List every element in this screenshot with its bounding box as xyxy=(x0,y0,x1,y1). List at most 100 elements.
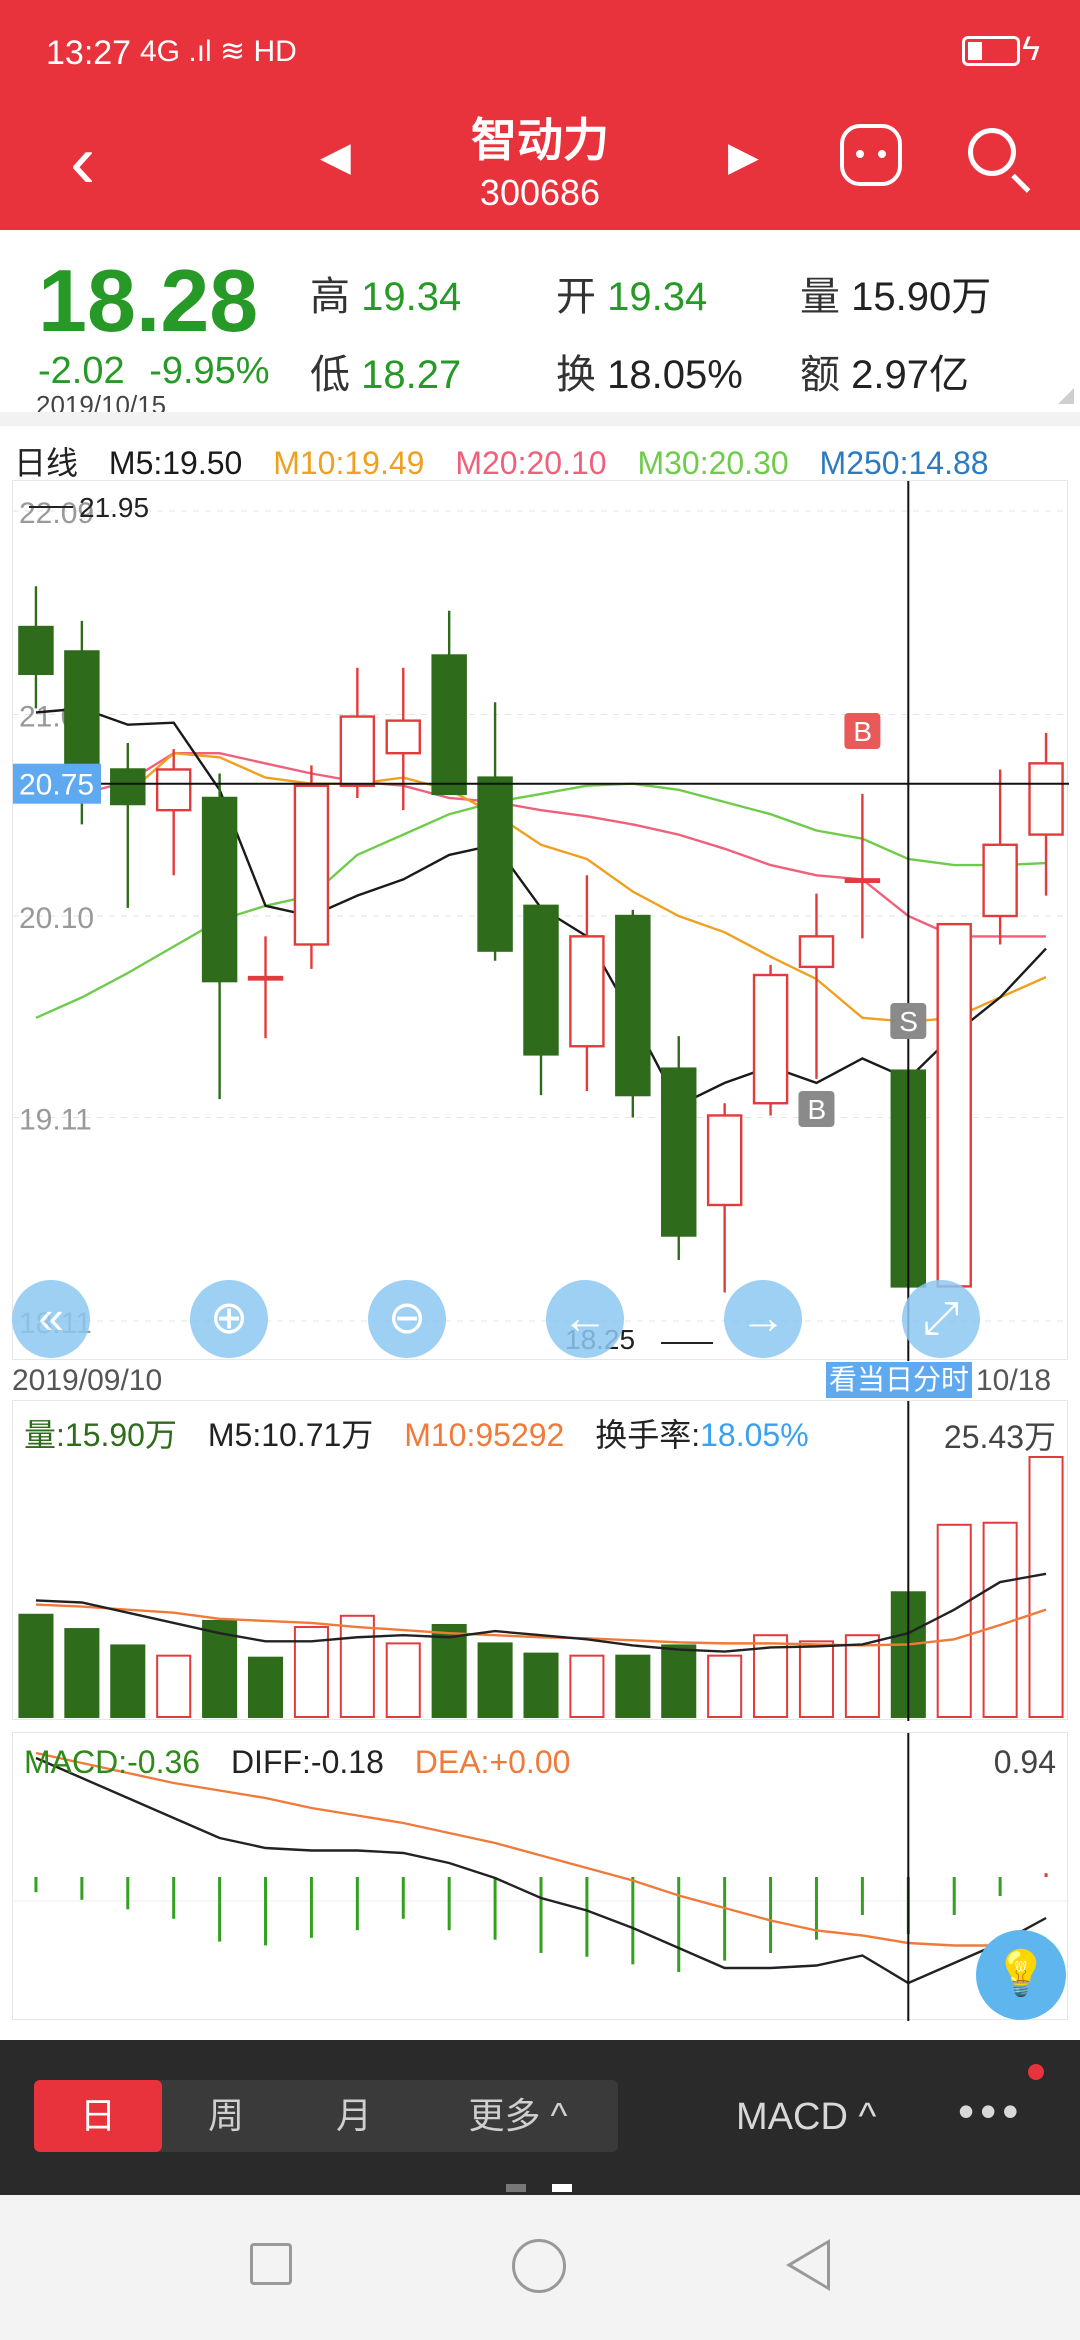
ma10-value: M10:19.49 xyxy=(273,445,425,481)
candle xyxy=(706,1103,743,1293)
vol-m10: M10:95292 xyxy=(404,1417,565,1453)
recent-apps-icon[interactable] xyxy=(250,2243,292,2285)
volume-bar xyxy=(661,1644,697,1718)
fullscreen-icon[interactable]: ⤢ xyxy=(902,1280,980,1358)
change-percent: -9.95% xyxy=(149,350,270,392)
volume-bar xyxy=(523,1652,559,1719)
candle-body xyxy=(155,768,192,812)
candle xyxy=(477,702,513,961)
candle xyxy=(569,875,605,1092)
period-label: 日线 xyxy=(14,445,79,481)
low-stat: 低 18.27 xyxy=(310,342,461,400)
macd-max: 0.94 xyxy=(993,1744,1056,1780)
kline-svg[interactable]: 22.0921.0920.1019.1118.11 20.7521.9518.2… xyxy=(13,481,1069,1361)
low-label: 低 xyxy=(310,353,350,397)
volume-bar xyxy=(247,1656,284,1718)
candle-body xyxy=(477,776,513,952)
ma30-value: M30:20.30 xyxy=(637,445,789,481)
turnover-stat: 换 18.05% xyxy=(556,342,743,400)
kline-chart[interactable]: 22.0921.0920.1019.1118.11 20.7521.9518.2… xyxy=(12,480,1069,1361)
max-price-label: 21.95 xyxy=(79,492,149,523)
candle-body xyxy=(110,768,146,806)
candle xyxy=(18,586,54,709)
lightbulb-icon[interactable]: 💡 xyxy=(976,1930,1066,2020)
vol-turnover-value: 18.05% xyxy=(700,1417,809,1453)
candle xyxy=(752,964,789,1116)
robot-icon[interactable] xyxy=(840,124,902,186)
candle xyxy=(293,765,330,969)
candle-body xyxy=(339,715,376,787)
amount-value: 2.97亿 xyxy=(851,353,969,397)
candle-body xyxy=(523,904,559,1056)
zoom-out-icon[interactable]: ⊖ xyxy=(368,1280,446,1358)
high-stat: 高 19.34 xyxy=(310,264,461,322)
move-right-icon[interactable]: → xyxy=(724,1280,802,1358)
period-tabbar: 日 周 月 更多 ^ MACD ^ ••• xyxy=(0,2040,1080,2195)
move-left-icon[interactable]: ← xyxy=(546,1280,624,1358)
volume-bar xyxy=(798,1640,835,1718)
volume-bar xyxy=(615,1654,651,1719)
start-date: 2019/09/10 xyxy=(12,1364,163,1397)
system-navbar xyxy=(0,2195,1080,2340)
next-stock-icon[interactable]: ▶ xyxy=(728,134,759,180)
tab-more[interactable]: 更多 ^ xyxy=(418,2080,618,2152)
amount-stat: 额 2.97亿 xyxy=(800,342,969,400)
tab-month[interactable]: 月 xyxy=(290,2080,418,2152)
expand-corner-icon[interactable] xyxy=(1058,388,1074,404)
scroll-left-icon[interactable]: « xyxy=(12,1280,90,1358)
stock-name: 智动力 xyxy=(471,114,609,166)
stock-code: 300686 xyxy=(479,172,601,213)
home-icon[interactable] xyxy=(512,2239,566,2293)
volume-bar xyxy=(339,1614,375,1718)
amount-label: 额 xyxy=(800,353,840,397)
candle xyxy=(523,904,559,1096)
macd-value: MACD:-0.36 xyxy=(24,1744,201,1780)
candle-body xyxy=(982,843,1018,918)
more-options-icon[interactable]: ••• xyxy=(958,2084,1024,2138)
zoom-in-icon[interactable]: ⊕ xyxy=(190,1280,268,1358)
ma-legend: 日线 M5:19.50 M10:19.49 M20:20.10 M30:20.3… xyxy=(14,438,1011,484)
ma5-value: M5:19.50 xyxy=(108,445,243,481)
candle-body xyxy=(64,650,100,775)
candle-body xyxy=(385,719,421,755)
dea-value: DEA:+0.00 xyxy=(414,1744,571,1780)
tab-week[interactable]: 周 xyxy=(162,2080,290,2152)
section-divider xyxy=(0,412,1080,426)
volume-bar xyxy=(156,1654,192,1719)
volume-bar xyxy=(385,1642,421,1718)
macd-legend: MACD:-0.36 DIFF:-0.18 DEA:+0.00 xyxy=(24,1744,592,1781)
open-stat: 开 19.34 xyxy=(556,264,707,322)
quote-panel: 18.28 -2.02 -9.95% 2019/10/15 高 19.34 开 … xyxy=(0,230,1080,420)
search-icon[interactable] xyxy=(968,128,1016,176)
candle xyxy=(110,743,146,908)
volume-bar xyxy=(707,1654,743,1719)
candle xyxy=(431,610,467,796)
candle xyxy=(247,936,284,1039)
high-value: 19.34 xyxy=(361,275,462,319)
ma250-value: M250:14.88 xyxy=(819,445,989,481)
candle xyxy=(798,893,835,1079)
battery-icon xyxy=(962,36,1020,66)
current-price: 18.28 xyxy=(38,251,259,350)
candle xyxy=(936,922,972,1288)
candle-body xyxy=(293,784,330,946)
system-back-icon[interactable] xyxy=(786,2239,830,2291)
candle-body xyxy=(615,914,651,1097)
high-label: 高 xyxy=(310,275,350,319)
candle-body xyxy=(1028,762,1064,836)
tab-day[interactable]: 日 xyxy=(34,2080,162,2152)
volume-max: 25.43万 xyxy=(943,1419,1056,1455)
volume-bar xyxy=(18,1613,54,1719)
candle xyxy=(615,909,651,1118)
low-value: 18.27 xyxy=(361,353,462,397)
candle-body xyxy=(201,796,238,983)
price-tick-label: 19.11 xyxy=(19,1103,92,1136)
volume-bar xyxy=(477,1642,513,1718)
diff-value: DIFF:-0.18 xyxy=(230,1744,384,1780)
candle-body xyxy=(247,975,284,981)
volume-bar xyxy=(936,1523,972,1718)
indicator-selector[interactable]: MACD ^ xyxy=(736,2096,876,2139)
intraday-button[interactable]: 看当日分时 xyxy=(826,1362,972,1398)
status-time: 13:27 xyxy=(46,34,132,72)
status-bar: 13:27 4G .ıl ≋ HD ϟ xyxy=(0,0,1080,100)
